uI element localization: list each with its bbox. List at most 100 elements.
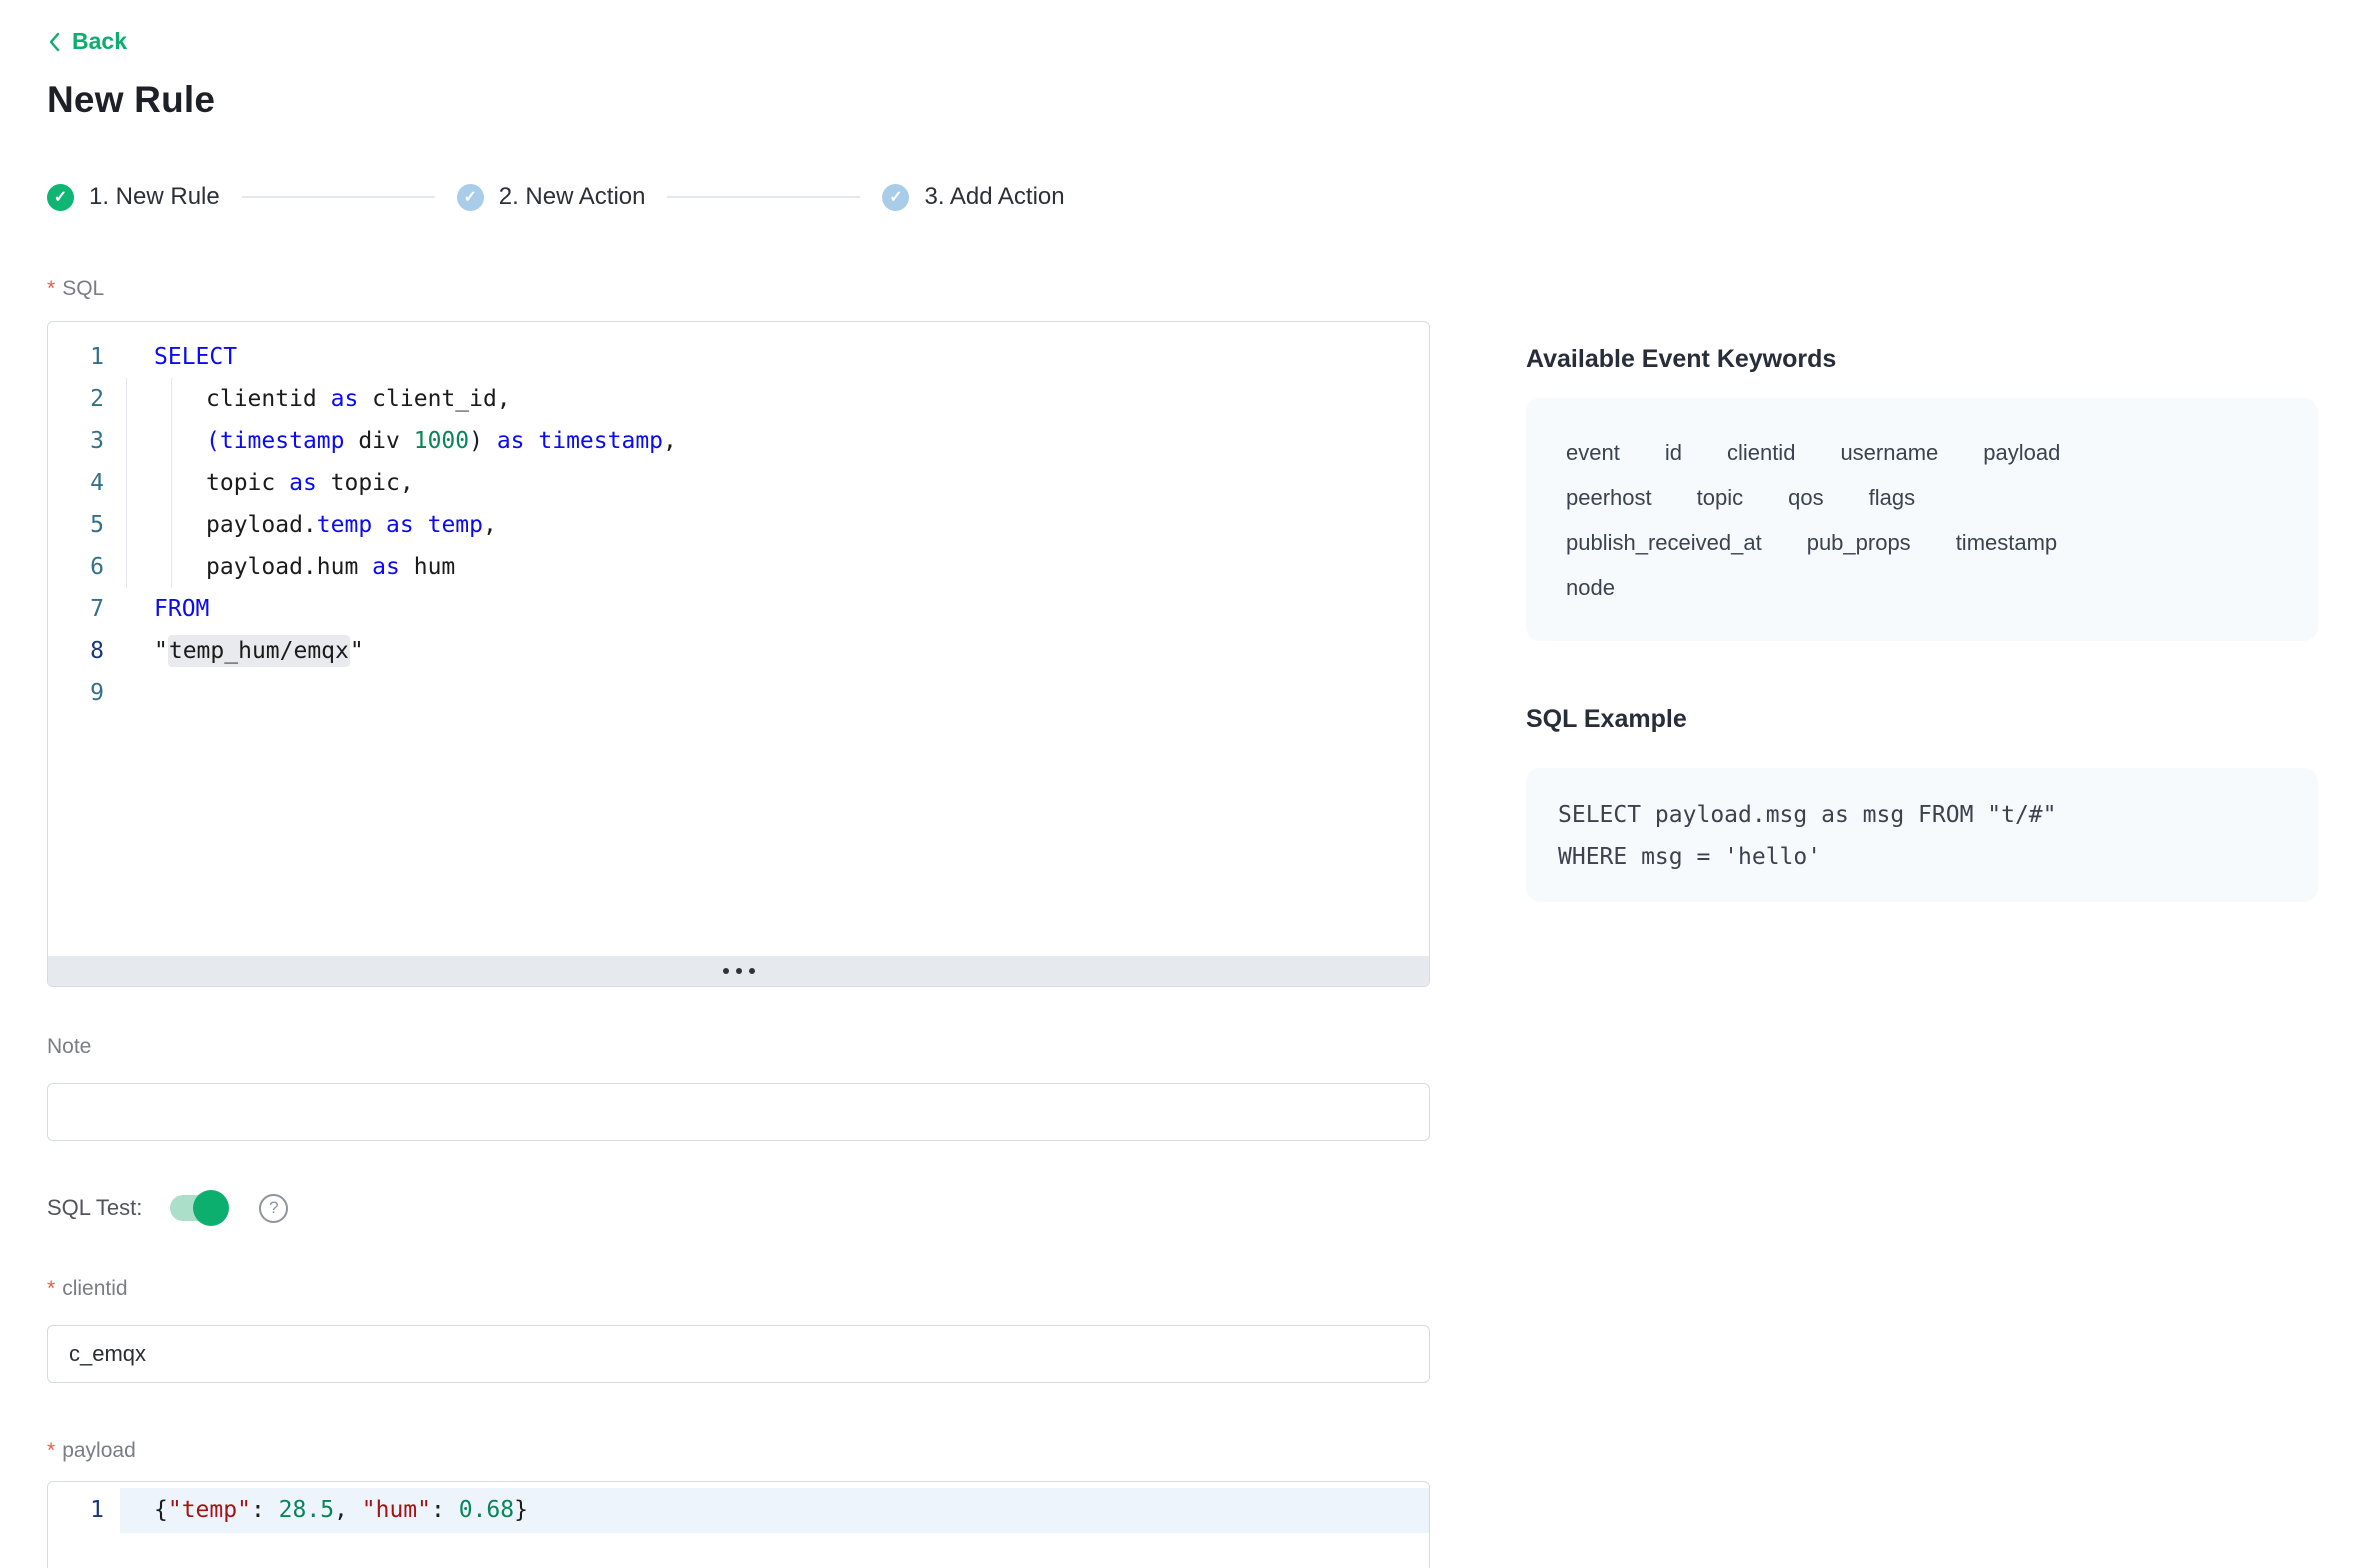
code-token: as (497, 428, 525, 454)
toggle-knob (193, 1190, 229, 1226)
code-token: "temp" (168, 1497, 251, 1523)
code-token: : (251, 1497, 279, 1523)
page-title: New Rule (47, 79, 2356, 121)
required-asterisk: * (47, 1439, 55, 1463)
event-keyword: id (1665, 440, 1682, 466)
code-token: 28.5 (279, 1497, 334, 1523)
back-label: Back (72, 28, 127, 55)
step-1[interactable]: ✓ 1. New Rule (47, 183, 220, 211)
sql-code-line: 1 SELECT (48, 336, 1429, 378)
keywords-panel: eventidclientidusernamepayloadpeerhostto… (1526, 398, 2318, 641)
indent-guide (171, 378, 172, 588)
code-token: ) (469, 428, 497, 454)
step-check-icon: ✓ (882, 184, 909, 211)
note-input[interactable] (47, 1083, 1430, 1141)
sql-code-line: 6payload.hum as hum (48, 546, 1429, 588)
sql-editor[interactable]: 1SELECT2clientid as client_id,3(timestam… (47, 321, 1430, 987)
code-text: {"temp": 28.5, "hum": 0.68} (120, 1488, 1429, 1533)
code-token: temp_hum/emqx (168, 635, 350, 667)
payload-editor[interactable]: 1{"temp": 28.5, "hum": 0.68} (47, 1481, 1430, 1568)
sql-test-toggle[interactable] (170, 1195, 227, 1221)
new-rule-page: Back New Rule ✓ 1. New Rule ✓ 2. New Action… (0, 0, 2356, 1568)
code-token: , (483, 512, 497, 538)
code-token: " (154, 638, 168, 664)
code-token: ( (206, 428, 220, 454)
code-token (414, 512, 428, 538)
code-token: "hum" (362, 1497, 431, 1523)
sql-field-label: * SQL (47, 277, 1430, 301)
payload-code-line: 1{"temp": 28.5, "hum": 0.68} (48, 1488, 1429, 1533)
help-column: Available Event Keywords eventidclientid… (1526, 277, 2318, 902)
code-token: as (289, 470, 317, 496)
sql-editor-lines: 1SELECT2clientid as client_id,3(timestam… (48, 322, 1429, 714)
keyword-row: peerhosttopicqosflags (1566, 485, 2278, 511)
event-keyword: clientid (1727, 440, 1795, 466)
code-token: temp (317, 512, 372, 538)
code-text: payload.hum as hum (120, 546, 1429, 588)
code-token: temp (428, 512, 483, 538)
payload-field-label: * payload (47, 1439, 1430, 1463)
step-check-icon: ✓ (457, 184, 484, 211)
code-token: topic (206, 470, 289, 496)
code-text: topic as topic, (120, 462, 1429, 504)
event-keyword: node (1566, 575, 1615, 601)
code-text: (timestamp div 1000) as timestamp, (120, 420, 1429, 462)
line-number: 1 (48, 1488, 120, 1533)
back-link[interactable]: Back (47, 28, 127, 55)
code-token: as (386, 512, 414, 538)
code-token: clientid (206, 386, 331, 412)
sql-example-line: WHERE msg = 'hello' (1558, 836, 2286, 878)
clientid-input[interactable]: c_emqx (47, 1325, 1430, 1383)
step-2[interactable]: ✓ 2. New Action (457, 183, 646, 211)
line-number: 6 (48, 546, 120, 588)
code-token: " (350, 638, 364, 664)
chevron-left-icon (47, 30, 62, 54)
code-token: 1000 (414, 428, 469, 454)
sql-test-row: SQL Test: ? (47, 1189, 1430, 1227)
event-keyword: flags (1869, 485, 1915, 511)
code-text (120, 672, 1429, 714)
code-token: timestamp (220, 428, 345, 454)
sql-test-label: SQL Test: (47, 1195, 142, 1221)
keyword-row: node (1566, 575, 2278, 601)
code-token: payload. (206, 512, 317, 538)
sql-code-line: 8"temp_hum/emqx" (48, 630, 1429, 672)
code-text: clientid as client_id, (120, 378, 1429, 420)
code-text: payload.temp as temp, (120, 504, 1429, 546)
sql-example-title: SQL Example (1526, 705, 2318, 734)
line-number: 3 (48, 420, 120, 462)
line-number: 2 (48, 378, 120, 420)
line-number: 9 (48, 672, 120, 714)
keyword-row: publish_received_atpub_propstimestamp (1566, 530, 2278, 556)
sql-code-line: 7FROM (48, 588, 1429, 630)
event-keyword: peerhost (1566, 485, 1652, 511)
step-label: 3. Add Action (924, 183, 1064, 211)
code-token: hum (400, 554, 455, 580)
code-token (372, 512, 386, 538)
code-token: timestamp (538, 428, 663, 454)
step-check-icon: ✓ (47, 184, 74, 211)
sql-example-line: SELECT payload.msg as msg FROM "t/#" (1558, 794, 2286, 836)
code-token: SELECT (154, 344, 237, 370)
help-icon[interactable]: ? (259, 1194, 288, 1223)
code-token: , (334, 1497, 362, 1523)
code-text: SELECT (120, 336, 1429, 378)
code-token: 0.68 (459, 1497, 514, 1523)
code-text: FROM (120, 588, 1429, 630)
step-label: 1. New Rule (89, 183, 220, 211)
sql-example-panel: SELECT payload.msg as msg FROM "t/#"WHER… (1526, 768, 2318, 902)
event-keyword: timestamp (1956, 530, 2057, 556)
code-text: "temp_hum/emqx" (120, 630, 1429, 672)
clientid-field-label: * clientid (47, 1277, 1430, 1301)
code-token: : (431, 1497, 459, 1523)
line-number: 1 (48, 336, 120, 378)
keyword-row: eventidclientidusernamepayload (1566, 440, 2278, 466)
step-3[interactable]: ✓ 3. Add Action (882, 183, 1064, 211)
line-number: 8 (48, 630, 120, 672)
sql-code-line: 9 (48, 672, 1429, 714)
editor-resize-handle[interactable] (48, 956, 1429, 986)
step-label: 2. New Action (499, 183, 646, 211)
event-keyword: topic (1697, 485, 1743, 511)
code-token (525, 428, 539, 454)
line-number: 5 (48, 504, 120, 546)
